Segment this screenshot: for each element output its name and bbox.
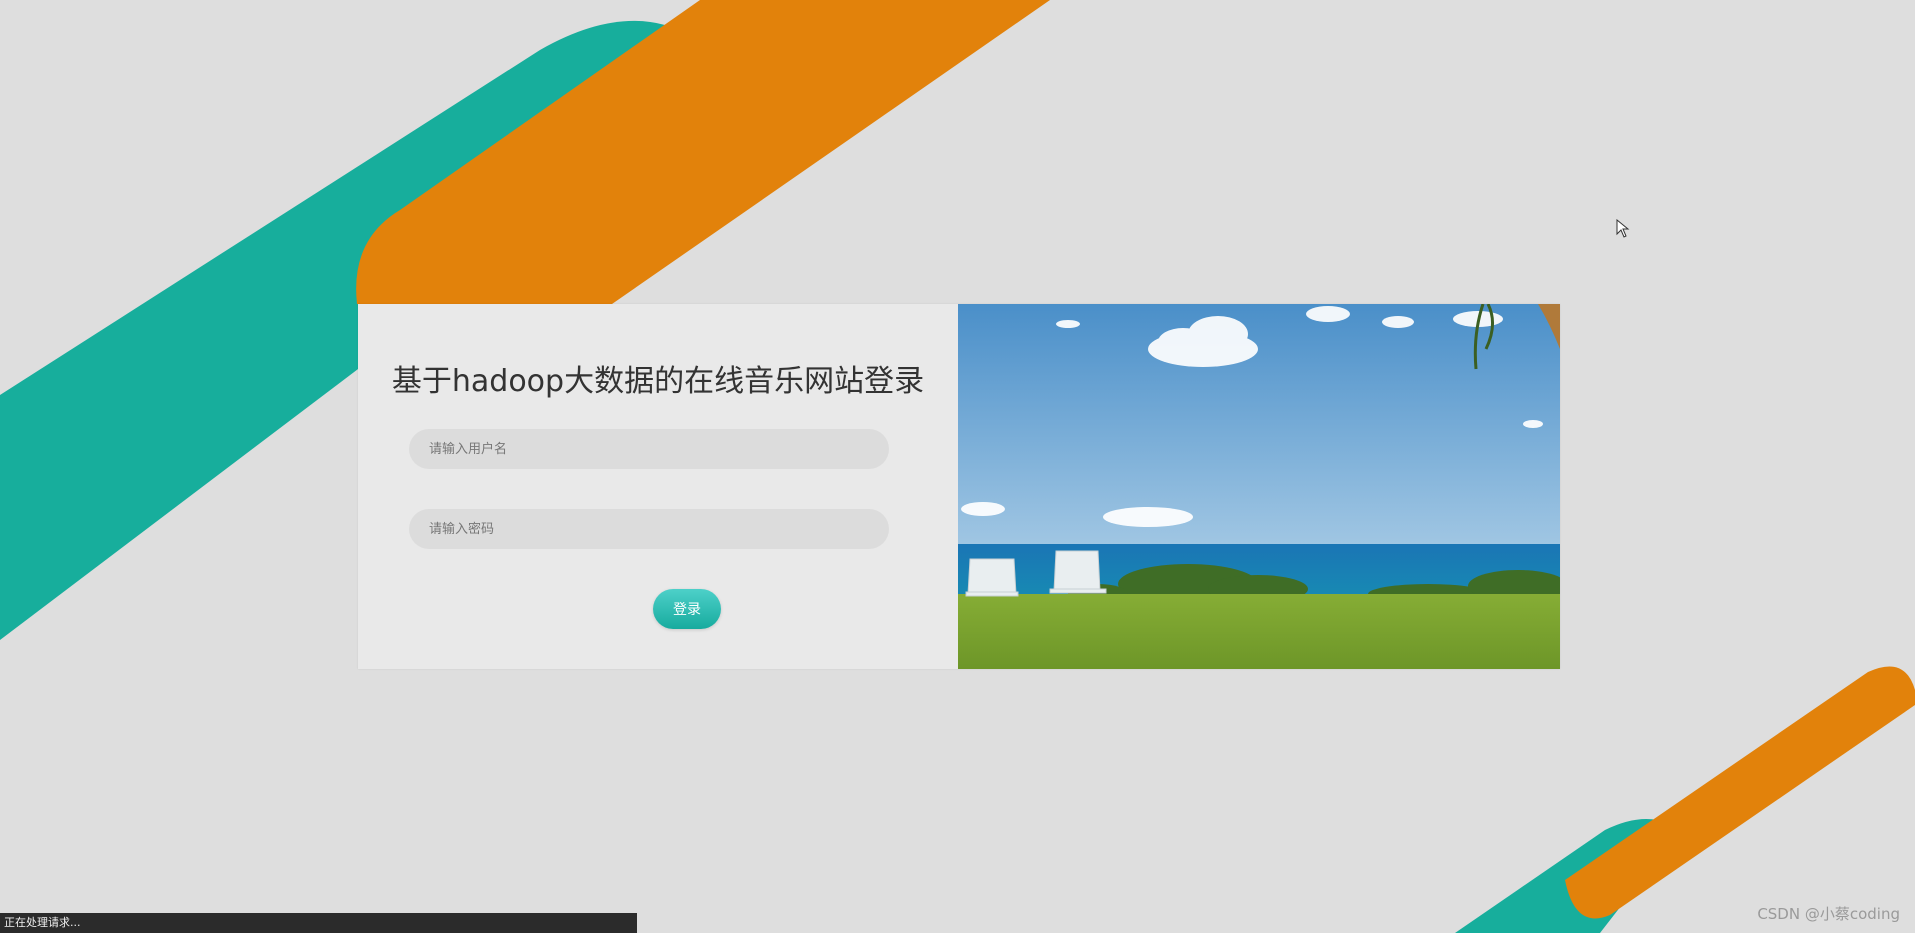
login-button[interactable]: 登录 bbox=[653, 589, 721, 629]
password-input[interactable] bbox=[409, 509, 889, 549]
orange-stripe-bottom bbox=[1565, 666, 1915, 919]
mouse-pointer-icon bbox=[1616, 219, 1630, 238]
login-card: 基于hadoop大数据的在线音乐网站登录 登录 bbox=[358, 304, 1560, 669]
landscape-image bbox=[958, 304, 1560, 669]
login-page: 基于hadoop大数据的在线音乐网站登录 登录 bbox=[0, 0, 1915, 933]
watermark: CSDN @小蔡coding bbox=[1757, 905, 1900, 923]
login-form-panel: 基于hadoop大数据的在线音乐网站登录 登录 bbox=[358, 304, 958, 669]
page-title: 基于hadoop大数据的在线音乐网站登录 bbox=[391, 364, 925, 399]
status-bar: 正在处理请求... bbox=[0, 913, 637, 933]
username-input[interactable] bbox=[409, 429, 889, 469]
beach-landscape-image bbox=[958, 304, 1560, 669]
